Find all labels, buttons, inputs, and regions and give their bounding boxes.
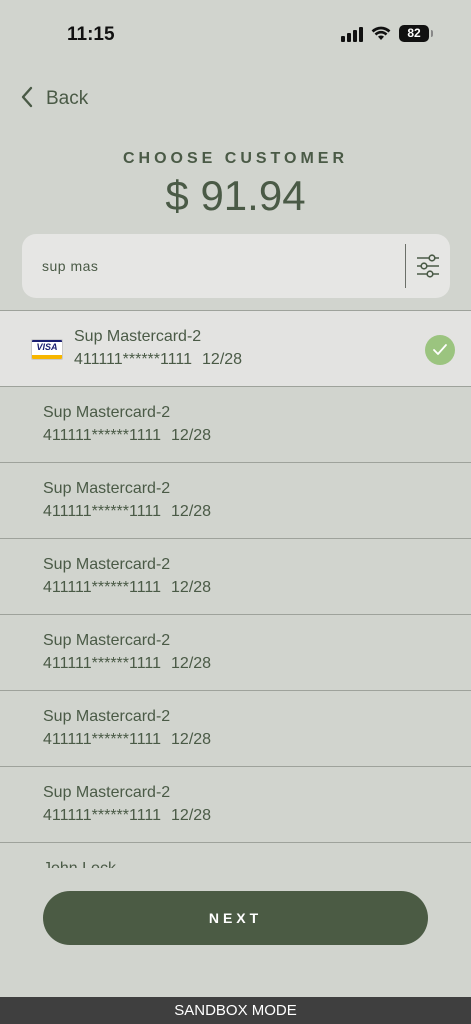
card-expiry: 12/28 (171, 731, 212, 748)
back-button[interactable]: Back (20, 86, 88, 112)
list-item-text: Sup Mastercard-2 411111******1111 12/28 (43, 478, 211, 524)
list-item[interactable]: Sup Mastercard-2 411111******1111 12/28 (0, 691, 471, 767)
list-item-text: Sup Mastercard-2 411111******1111 12/28 (43, 554, 211, 600)
visa-card-icon: VISA (31, 339, 63, 360)
list-item-text: Sup Mastercard-2 411111******1111 12/28 (43, 782, 211, 828)
card-number: 411111******1111 (43, 655, 162, 672)
card-info: 411111******1111 12/28 (43, 728, 211, 752)
card-number: 411111******1111 (43, 427, 162, 444)
list-item[interactable]: John Lock (0, 843, 471, 868)
card-expiry: 12/28 (171, 579, 212, 596)
sliders-icon (414, 254, 442, 284)
card-expiry: 12/28 (171, 427, 212, 444)
wifi-icon (371, 26, 391, 41)
list-item[interactable]: Sup Mastercard-2 411111******1111 12/28 (0, 387, 471, 463)
list-item[interactable]: Sup Mastercard-2 411111******1111 12/28 (0, 767, 471, 843)
list-item-text: Sup Mastercard-2 411111******1111 12/28 (74, 326, 242, 372)
chevron-left-icon (20, 86, 34, 113)
card-info: 411111******1111 12/28 (43, 424, 211, 448)
signal-icon (341, 26, 363, 42)
amount-display: $ 91.94 (165, 172, 306, 219)
filter-button[interactable] (414, 252, 442, 280)
customer-name: John Lock (43, 858, 116, 868)
card-info: 411111******1111 12/28 (43, 500, 211, 524)
list-item-text: John Lock (43, 858, 116, 868)
search-input[interactable] (42, 234, 402, 298)
status-time: 11:15 (67, 24, 115, 45)
list-item-text: Sup Mastercard-2 411111******1111 12/28 (43, 630, 211, 676)
customer-name: Sup Mastercard-2 (43, 784, 171, 801)
customer-name: Sup Mastercard-2 (43, 632, 171, 649)
check-icon (425, 335, 455, 365)
customer-list: VISA Sup Mastercard-2 411111******1111 12… (0, 310, 471, 868)
customer-name: Sup Mastercard-2 (74, 328, 202, 345)
customer-name: Sup Mastercard-2 (43, 708, 171, 725)
status-bar: 11:15 82 (0, 0, 471, 70)
card-number: 411111******1111 (43, 807, 162, 824)
card-number: 411111******1111 (43, 503, 162, 520)
list-item[interactable]: Sup Mastercard-2 411111******1111 12/28 (0, 615, 471, 691)
card-expiry: 12/28 (171, 503, 212, 520)
card-info: 411111******1111 12/28 (43, 576, 211, 600)
list-item[interactable]: Sup Mastercard-2 411111******1111 12/28 (0, 463, 471, 539)
card-number: 411111******1111 (43, 731, 162, 748)
next-button[interactable]: NEXT (43, 891, 428, 945)
status-icons: 82 (341, 25, 433, 42)
card-info: 411111******1111 12/28 (74, 348, 242, 372)
card-info: 411111******1111 12/28 (43, 804, 211, 828)
card-expiry: 12/28 (171, 807, 212, 824)
customer-name: Sup Mastercard-2 (43, 556, 171, 573)
card-number: 411111******1111 (43, 579, 162, 596)
customer-name: Sup Mastercard-2 (43, 480, 171, 497)
card-expiry: 12/28 (202, 351, 243, 368)
list-item[interactable]: VISA Sup Mastercard-2 411111******1111 12… (0, 311, 471, 387)
sandbox-mode-banner: SANDBOX MODE (0, 997, 471, 1024)
search-box (22, 234, 450, 298)
list-item-text: Sup Mastercard-2 411111******1111 12/28 (43, 402, 211, 448)
list-item[interactable]: Sup Mastercard-2 411111******1111 12/28 (0, 539, 471, 615)
customer-name: Sup Mastercard-2 (43, 404, 171, 421)
battery-icon: 82 (399, 25, 433, 42)
search-divider (405, 244, 406, 288)
back-label: Back (46, 88, 89, 109)
list-item-text: Sup Mastercard-2 411111******1111 12/28 (43, 706, 211, 752)
card-info: 411111******1111 12/28 (43, 652, 211, 676)
card-expiry: 12/28 (171, 655, 212, 672)
page-title: CHOOSE CUSTOMER (122, 150, 349, 167)
card-number: 411111******1111 (74, 351, 193, 368)
